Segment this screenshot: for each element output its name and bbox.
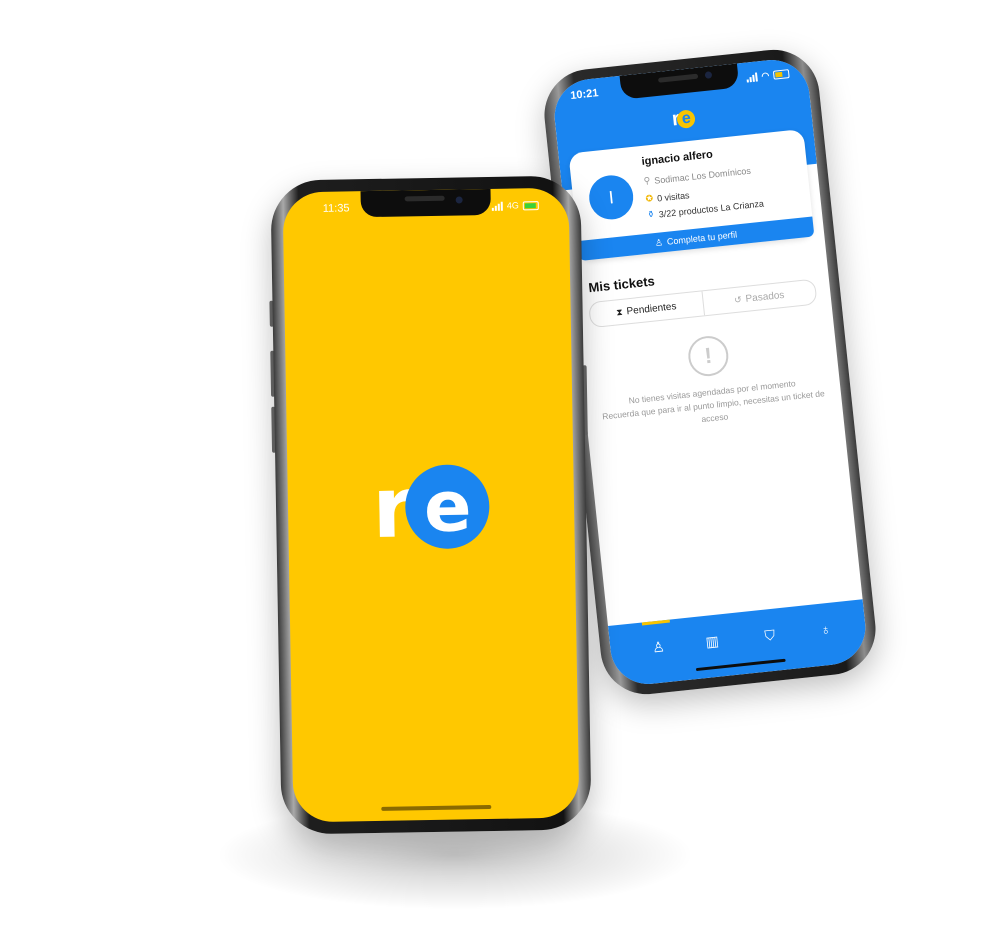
hourglass-icon: ⧗: [615, 306, 624, 317]
tab-pending[interactable]: ⧗ Pendientes: [589, 291, 705, 328]
medal-icon: ✪: [645, 193, 654, 204]
status-time: 11:35: [322, 202, 350, 215]
tickets-title: Mis tickets: [587, 273, 656, 296]
app-logo: r e: [371, 458, 491, 557]
signal-icon: [491, 201, 503, 211]
profile-icon[interactable]: ♙: [647, 636, 669, 658]
tab-past[interactable]: ↺ Pasados: [702, 280, 816, 316]
user-icon: ♙: [654, 236, 664, 248]
splash-screen: 11:35 4G r e: [282, 187, 580, 823]
history-icon: ↺: [733, 293, 743, 305]
avatar[interactable]: I: [587, 173, 636, 222]
home-indicator: [695, 658, 786, 672]
front-phone: 11:35 4G r e: [269, 175, 592, 835]
complete-profile-button[interactable]: ♙ Completa tu perfil: [577, 216, 815, 262]
status-time: 10:21: [569, 87, 600, 103]
alert-icon: !: [686, 334, 731, 379]
wifi-icon: ◠: [760, 69, 770, 81]
home-indicator: [381, 804, 492, 811]
back-phone: 10:21 ◠ r e I ignacio alfero ⚲ Sodimac L…: [539, 45, 881, 699]
scan-icon[interactable]: ▥: [701, 630, 723, 652]
network-label: 4G: [506, 200, 519, 211]
user-name: ignacio alfero: [641, 148, 714, 168]
lightbulb-icon[interactable]: ♁: [815, 618, 837, 640]
empty-state-message: No tienes visitas agendadas por el momen…: [601, 378, 826, 425]
battery-icon: [772, 68, 790, 80]
app-logo: r e: [671, 106, 696, 131]
bottle-icon: ⚱: [646, 208, 656, 220]
profile-card: I ignacio alfero ⚲ Sodimac Los Domínicos…: [568, 128, 815, 262]
signal-icon: [746, 71, 758, 83]
location-pin-icon: ⚲: [643, 175, 651, 186]
visits-row: ✪ 0 visitas: [645, 189, 690, 204]
active-tab-indicator: [641, 619, 670, 626]
bag-icon[interactable]: ⛉: [759, 624, 781, 646]
status-bar: 11:35 4G: [323, 198, 539, 216]
store-row: ⚲ Sodimac Los Domínicos: [643, 165, 752, 186]
battery-icon: [522, 200, 539, 210]
